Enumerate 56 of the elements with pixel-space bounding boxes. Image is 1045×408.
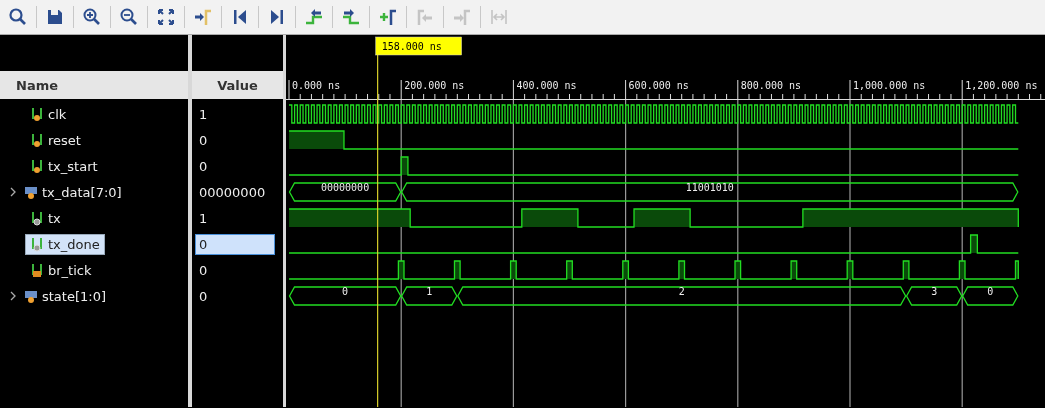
bus-value: 3 <box>931 286 938 297</box>
signal-value: 0 <box>198 261 209 280</box>
signal-icon <box>30 158 44 174</box>
signal-name[interactable]: tx <box>48 210 61 226</box>
signal-value: 1 <box>198 209 209 228</box>
time-axis-label: 0.000 ns <box>292 80 341 91</box>
time-axis-label: 600.000 ns <box>628 80 689 91</box>
bus-value: 0 <box>342 286 349 297</box>
name-column-header[interactable]: Name <box>0 71 188 99</box>
next-transition-icon <box>341 7 361 27</box>
value-column-header[interactable]: Value <box>192 71 283 99</box>
signal-value: 0 <box>195 233 275 255</box>
signal-value: 0 <box>198 287 209 306</box>
waveform-panel[interactable]: 0.000 ns 200.000 ns 400.000 ns 600.000 ns 800.000 ns 1,000.000 ns 1,200.000 ns 00000000 11001010 0 1 2 3 0 158.000 ns <box>286 35 1045 407</box>
time-axis-label: 200.000 ns <box>404 80 465 91</box>
signal-icon <box>30 236 44 252</box>
signal-icon <box>30 132 44 148</box>
save-icon <box>45 7 65 27</box>
chevron-right-icon[interactable] <box>9 187 17 197</box>
search-icon <box>8 7 28 27</box>
prev-transition-icon <box>304 7 324 27</box>
bus-value: 11001010 <box>685 182 734 193</box>
next-marker-icon <box>452 7 472 27</box>
zoom-out-icon <box>119 7 139 27</box>
prev-marker-icon <box>415 7 435 27</box>
signal-name[interactable]: br_tick <box>48 262 92 278</box>
time-axis-label: 1,000.000 ns <box>853 80 926 91</box>
signal-name[interactable]: tx_start <box>48 158 98 174</box>
signal-icon <box>30 106 44 122</box>
signal-name[interactable]: reset <box>48 132 81 148</box>
bus-value: 1 <box>426 286 433 297</box>
bus-value: 0 <box>987 286 994 297</box>
signal-name[interactable]: tx_data[7:0] <box>42 184 122 200</box>
fit-icon <box>156 7 176 27</box>
bus-value: 2 <box>678 286 685 297</box>
signal-value: 0 <box>198 157 209 176</box>
bus-value: 00000000 <box>321 182 370 193</box>
add-marker-icon <box>378 7 398 27</box>
cursor-time: 158.000 ns <box>381 41 442 52</box>
cursor-time-marker[interactable]: 158.000 ns <box>375 36 462 56</box>
signal-icon <box>30 210 44 226</box>
signal-name[interactable]: state[1:0] <box>42 288 106 304</box>
go-to-cursor-icon <box>193 7 213 27</box>
signal-value: 00000000 <box>198 183 267 202</box>
time-axis-label: 1,200.000 ns <box>965 80 1038 91</box>
signal-value: 1 <box>198 105 209 124</box>
signal-icon <box>30 262 44 278</box>
time-axis-label: 800.000 ns <box>740 80 801 91</box>
bus-signal-icon <box>24 288 38 304</box>
bus-signal-icon <box>24 184 38 200</box>
chevron-right-icon[interactable] <box>9 291 17 301</box>
signal-name[interactable]: clk <box>48 106 67 122</box>
zoom-in-icon <box>82 7 102 27</box>
swap-cursors-icon <box>489 7 509 27</box>
signal-value: 0 <box>198 131 209 150</box>
time-axis-label: 400.000 ns <box>516 80 577 91</box>
